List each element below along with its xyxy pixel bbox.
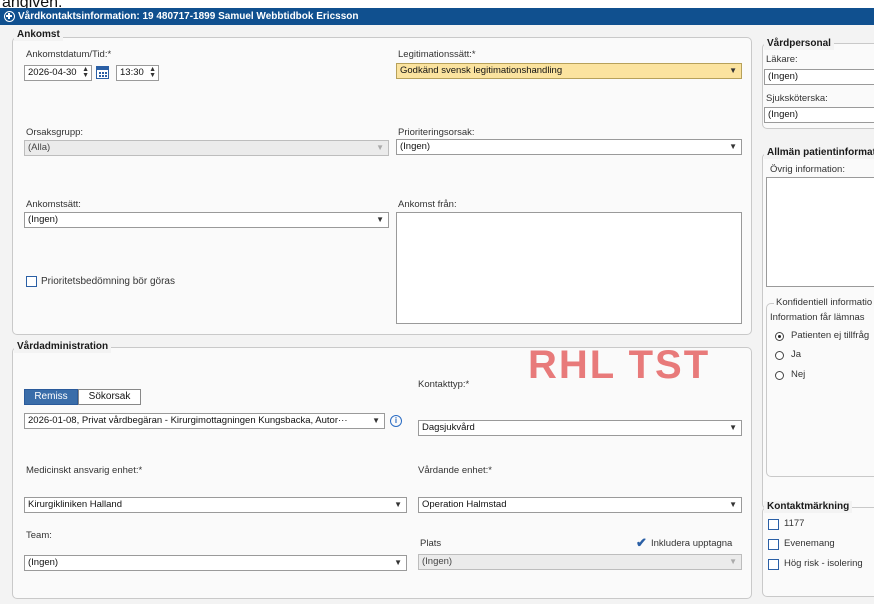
ovrig-textarea[interactable] xyxy=(766,177,874,287)
sjukskoterska-value: (Ingen) xyxy=(768,109,799,120)
window-title: Vårdkontaktsinformation: 19 480717-1899 … xyxy=(18,11,359,22)
date-value: 2026-04-30 xyxy=(28,67,77,78)
checkbox-1177[interactable] xyxy=(768,519,779,530)
team-value: (Ingen) xyxy=(28,557,59,568)
remiss-value: 2026-01-08, Privat vårdbegäran - Kirurgi… xyxy=(28,415,348,426)
plats-select: (Ingen) ▼ xyxy=(418,554,742,570)
chevron-down-icon: ▼ xyxy=(729,66,737,75)
med-ansvarig-value: Kirurgikliniken Halland xyxy=(28,499,122,510)
ankomst-title: Ankomst xyxy=(14,29,63,41)
vardpersonal-title: Vårdpersonal xyxy=(764,38,834,50)
chevron-down-icon: ▼ xyxy=(729,557,737,566)
chevron-down-icon: ▼ xyxy=(372,416,380,425)
chevron-down-icon: ▼ xyxy=(394,558,402,567)
top-fragment: angiven. xyxy=(0,0,874,8)
radio-nej[interactable] xyxy=(775,371,784,380)
window-titlebar: Vårdkontaktsinformation: 19 480717-1899 … xyxy=(0,8,874,25)
lakare-value: (Ingen) xyxy=(768,71,799,82)
radio-ej-tillfragad-label: Patienten ej tillfråg xyxy=(791,330,870,341)
remiss-select[interactable]: 2026-01-08, Privat vårdbegäran - Kirurgi… xyxy=(24,413,385,429)
checkmark-icon[interactable]: ✔ xyxy=(636,536,648,549)
med-ansvarig-label: Medicinskt ansvarig enhet:* xyxy=(26,465,143,476)
sjukskoterska-select[interactable]: (Ingen) xyxy=(764,107,874,123)
vardande-select[interactable]: Operation Halmstad ▼ xyxy=(418,497,742,513)
legitimation-select[interactable]: Godkänd svensk legitimationshandling ▼ xyxy=(396,63,742,79)
kontakttyp-select[interactable]: Dagsjukvård ▼ xyxy=(418,420,742,436)
radio-ja-label: Ja xyxy=(791,349,802,360)
kontaktmarkning-title: Kontaktmärkning xyxy=(764,501,853,513)
ovrig-label: Övrig information: xyxy=(770,164,845,175)
radio-nej-label: Nej xyxy=(791,369,806,380)
prioriteringsorsak-label: Prioriteringsorsak: xyxy=(398,127,475,138)
kontakttyp-label: Kontakttyp:* xyxy=(418,379,470,390)
orsaksgrupp-value: (Alla) xyxy=(28,142,51,153)
calendar-icon[interactable] xyxy=(96,66,109,79)
prioriteringsorsak-select[interactable]: (Ingen) ▼ xyxy=(396,139,742,155)
chevron-down-icon: ▼ xyxy=(729,142,737,151)
prioritet-checkbox-label: Prioritetsbedömning bör göras xyxy=(41,276,175,287)
kontakttyp-value: Dagsjukvård xyxy=(422,422,475,433)
checkbox-evenemang-label: Evenemang xyxy=(784,538,835,549)
checkbox-1177-label: 1177 xyxy=(784,518,805,529)
tab-sokorsak[interactable]: Sökorsak xyxy=(78,389,141,405)
team-label: Team: xyxy=(26,530,52,541)
time-field[interactable]: 13:30 ▲ ▼ xyxy=(116,65,159,81)
radio-ja[interactable] xyxy=(775,351,784,360)
orsaksgrupp-select: (Alla) ▼ xyxy=(24,140,389,156)
lakare-label: Läkare: xyxy=(766,54,798,65)
date-field[interactable]: 2026-04-30 ▲ ▼ xyxy=(24,65,92,81)
vardadmin-title: Vårdadministration xyxy=(14,341,112,353)
chevron-down-icon: ▼ xyxy=(394,500,402,509)
checkbox-evenemang[interactable] xyxy=(768,539,779,550)
datetime-label: Ankomstdatum/Tid:* xyxy=(26,49,112,60)
vardande-value: Operation Halmstad xyxy=(422,499,507,510)
radio-ej-tillfragad[interactable] xyxy=(775,332,784,341)
time-value: 13:30 xyxy=(120,67,144,78)
environment-watermark: RHL TST xyxy=(528,343,711,387)
ankomst-fran-label: Ankomst från: xyxy=(398,199,457,210)
konfidentiell-title: Konfidentiell informatio xyxy=(774,297,874,309)
allman-title: Allmän patientinformat xyxy=(764,147,874,159)
time-spinner-icon[interactable]: ▲ ▼ xyxy=(149,66,156,79)
orsaksgrupp-label: Orsaksgrupp: xyxy=(26,127,84,138)
tab-remiss[interactable]: Remiss xyxy=(24,389,78,405)
information-label: Information får lämnas xyxy=(770,312,865,323)
app-body: Ankomst Ankomstdatum/Tid:* 2026-04-30 ▲ ▼… xyxy=(0,25,874,604)
lakare-select[interactable]: (Ingen) xyxy=(764,69,874,85)
checkbox-hog-risk[interactable] xyxy=(768,559,779,570)
ankomst-fran-textarea[interactable] xyxy=(396,212,742,324)
sjukskoterska-label: Sjuksköterska: xyxy=(766,93,828,104)
ankomstsatt-select[interactable]: (Ingen) ▼ xyxy=(24,212,389,228)
ankomstsatt-label: Ankomstsätt: xyxy=(26,199,81,210)
legitimation-value: Godkänd svensk legitimationshandling xyxy=(400,65,563,76)
prioriteringsorsak-value: (Ingen) xyxy=(400,141,431,152)
info-icon[interactable]: i xyxy=(390,415,402,427)
chevron-down-icon: ▼ xyxy=(729,423,737,432)
plus-circle-icon xyxy=(4,11,15,22)
top-fragment-text: angiven. xyxy=(2,0,63,8)
checkbox-hog-risk-label: Hög risk - isolering xyxy=(784,558,863,569)
date-spinner-icon[interactable]: ▲ ▼ xyxy=(82,66,89,79)
plats-label: Plats xyxy=(420,538,442,549)
chevron-down-icon: ▼ xyxy=(729,500,737,509)
legitimation-label: Legitimationssätt:* xyxy=(398,49,476,60)
vardande-label: Vårdande enhet:* xyxy=(418,465,492,476)
team-select[interactable]: (Ingen) ▼ xyxy=(24,555,407,571)
ankomstsatt-value: (Ingen) xyxy=(28,214,59,225)
chevron-down-icon: ▼ xyxy=(376,143,384,152)
med-ansvarig-select[interactable]: Kirurgikliniken Halland ▼ xyxy=(24,497,407,513)
chevron-down-icon: ▼ xyxy=(376,215,384,224)
plats-value: (Ingen) xyxy=(422,556,453,567)
inkludera-label: Inkludera upptagna xyxy=(651,538,733,549)
prioritet-checkbox[interactable] xyxy=(26,276,37,287)
